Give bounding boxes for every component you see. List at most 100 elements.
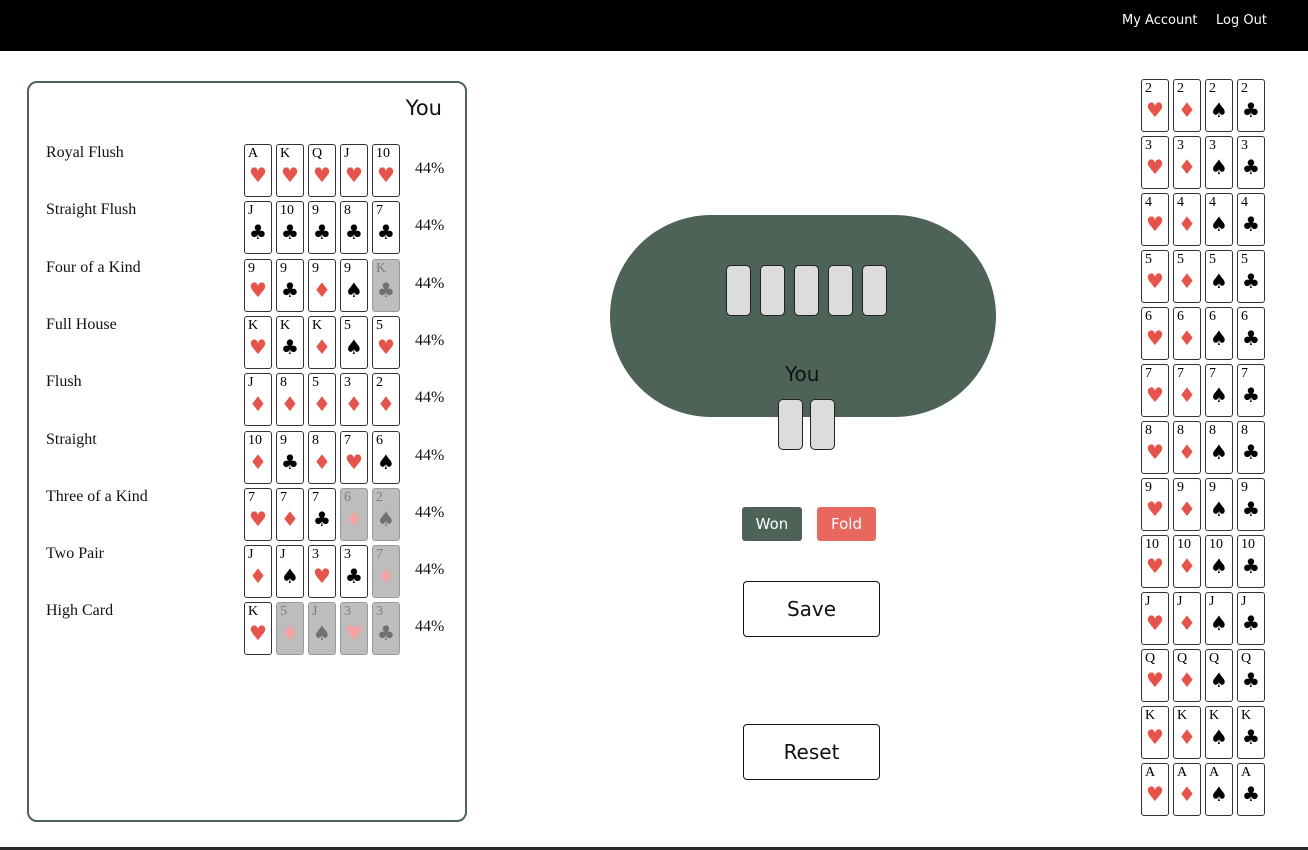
deck-card-k-hearts[interactable]: K ♥ xyxy=(1141,706,1169,759)
deck-card-6-spades[interactable]: 6 ♠ xyxy=(1205,307,1233,360)
hand-card: 3 ♣ xyxy=(340,545,368,599)
deck-card-j-clubs[interactable]: J ♣ xyxy=(1237,592,1265,645)
deck-card-a-spades[interactable]: A ♠ xyxy=(1205,763,1233,816)
deck-card-q-spades[interactable]: Q ♠ xyxy=(1205,649,1233,702)
card-suit-icon: ♣ xyxy=(1242,212,1260,236)
deck-card-5-clubs[interactable]: 5 ♣ xyxy=(1237,250,1265,303)
card-suit-icon: ♠ xyxy=(1210,155,1228,179)
hand-card: 7 ♥ xyxy=(340,430,368,484)
deck-card-9-hearts[interactable]: 9 ♥ xyxy=(1141,478,1169,531)
card-rank: 8 xyxy=(1241,423,1248,438)
card-rank: 7 xyxy=(312,489,319,505)
card-rank: 3 xyxy=(344,604,351,620)
deck-card-a-hearts[interactable]: A ♥ xyxy=(1141,763,1169,816)
community-card-slot-3[interactable] xyxy=(794,265,819,316)
deck-card-6-diamonds[interactable]: 6 ♦ xyxy=(1173,307,1201,360)
deck-card-5-diamonds[interactable]: 5 ♦ xyxy=(1173,250,1201,303)
card-suit-icon: ♥ xyxy=(249,163,267,187)
card-suit-icon: ♦ xyxy=(1178,155,1196,179)
deck-card-3-spades[interactable]: 3 ♠ xyxy=(1205,136,1233,189)
won-button[interactable]: Won xyxy=(742,507,802,541)
log-out-link[interactable]: Log Out xyxy=(1216,13,1267,28)
deck-card-a-diamonds[interactable]: A ♦ xyxy=(1173,763,1201,816)
card-rank: J xyxy=(248,547,254,563)
card-suit-icon: ♣ xyxy=(313,506,331,531)
card-suit-icon: ♠ xyxy=(377,449,395,474)
deck-card-j-spades[interactable]: J ♠ xyxy=(1205,592,1233,645)
card-rank: J xyxy=(312,604,318,620)
deck-card-10-diamonds[interactable]: 10 ♦ xyxy=(1173,535,1201,588)
card-rank: 6 xyxy=(344,489,351,505)
deck-card-7-clubs[interactable]: 7 ♣ xyxy=(1237,364,1265,417)
card-rank: 9 xyxy=(280,432,287,448)
deck-card-k-clubs[interactable]: K ♣ xyxy=(1237,706,1265,759)
card-suit-icon: ♠ xyxy=(345,334,363,359)
deck-card-j-diamonds[interactable]: J ♦ xyxy=(1173,592,1201,645)
deck-card-4-hearts[interactable]: 4 ♥ xyxy=(1141,193,1169,246)
card-rank: 10 xyxy=(1209,537,1223,552)
deck-card-10-hearts[interactable]: 10 ♥ xyxy=(1141,535,1169,588)
community-card-slot-1[interactable] xyxy=(726,265,751,316)
community-card-slot-4[interactable] xyxy=(828,265,853,316)
deck-card-6-hearts[interactable]: 6 ♥ xyxy=(1141,307,1169,360)
card-suit-icon: ♦ xyxy=(249,392,267,417)
deck-card-7-diamonds[interactable]: 7 ♦ xyxy=(1173,364,1201,417)
deck-card-8-clubs[interactable]: 8 ♣ xyxy=(1237,421,1265,474)
deck-card-5-spades[interactable]: 5 ♠ xyxy=(1205,250,1233,303)
card-rank: 3 xyxy=(312,547,319,563)
hand-cards: 7 ♥ 7 ♦ 7 ♣ 6 ♦ 2 ♠ xyxy=(244,487,400,541)
hand-card: 2 ♦ xyxy=(372,373,400,427)
deck-card-9-spades[interactable]: 9 ♠ xyxy=(1205,478,1233,531)
deck-card-4-spades[interactable]: 4 ♠ xyxy=(1205,193,1233,246)
deck-card-7-hearts[interactable]: 7 ♥ xyxy=(1141,364,1169,417)
card-suit-icon: ♣ xyxy=(1242,668,1260,692)
my-account-link[interactable]: My Account xyxy=(1122,13,1198,28)
deck-card-j-hearts[interactable]: J ♥ xyxy=(1141,592,1169,645)
card-rank: A xyxy=(248,146,259,161)
card-rank: K xyxy=(280,317,291,333)
fold-button[interactable]: Fold xyxy=(817,507,876,541)
deck-card-2-clubs[interactable]: 2 ♣ xyxy=(1237,79,1265,132)
deck-card-8-hearts[interactable]: 8 ♥ xyxy=(1141,421,1169,474)
card-suit-icon: ♣ xyxy=(1242,269,1260,293)
deck-card-4-clubs[interactable]: 4 ♣ xyxy=(1237,193,1265,246)
deck-card-9-clubs[interactable]: 9 ♣ xyxy=(1237,478,1265,531)
save-button[interactable]: Save xyxy=(743,581,880,637)
card-suit-icon: ♥ xyxy=(249,506,267,531)
deck-card-k-diamonds[interactable]: K ♦ xyxy=(1173,706,1201,759)
hole-card-slot-1[interactable] xyxy=(778,399,803,450)
deck-card-4-diamonds[interactable]: 4 ♦ xyxy=(1173,193,1201,246)
deck-card-k-spades[interactable]: K ♠ xyxy=(1205,706,1233,759)
deck-card-7-spades[interactable]: 7 ♠ xyxy=(1205,364,1233,417)
community-card-slot-2[interactable] xyxy=(760,265,785,316)
card-rank: 4 xyxy=(1209,195,1216,210)
deck-card-8-diamonds[interactable]: 8 ♦ xyxy=(1173,421,1201,474)
deck-card-9-diamonds[interactable]: 9 ♦ xyxy=(1173,478,1201,531)
deck-card-3-hearts[interactable]: 3 ♥ xyxy=(1141,136,1169,189)
deck-card-3-diamonds[interactable]: 3 ♦ xyxy=(1173,136,1201,189)
deck-card-q-clubs[interactable]: Q ♣ xyxy=(1237,649,1265,702)
card-rank: J xyxy=(1241,594,1247,609)
card-suit-icon: ♠ xyxy=(1210,383,1228,407)
deck-card-6-clubs[interactable]: 6 ♣ xyxy=(1237,307,1265,360)
card-rank: 9 xyxy=(312,260,319,276)
reset-button[interactable]: Reset xyxy=(743,724,880,780)
hole-card-slot-2[interactable] xyxy=(810,399,835,450)
deck-card-10-spades[interactable]: 10 ♠ xyxy=(1205,535,1233,588)
community-card-slot-5[interactable] xyxy=(862,265,887,316)
hand-name: Royal Flush xyxy=(46,144,124,161)
deck-card-a-clubs[interactable]: A ♣ xyxy=(1237,763,1265,816)
deck-card-q-diamonds[interactable]: Q ♦ xyxy=(1173,649,1201,702)
deck-card-10-clubs[interactable]: 10 ♣ xyxy=(1237,535,1265,588)
deck-card-5-hearts[interactable]: 5 ♥ xyxy=(1141,250,1169,303)
deck-card-2-spades[interactable]: 2 ♠ xyxy=(1205,79,1233,132)
card-rank: 3 xyxy=(1241,138,1248,153)
deck-card-3-clubs[interactable]: 3 ♣ xyxy=(1237,136,1265,189)
deck-card-q-hearts[interactable]: Q ♥ xyxy=(1141,649,1169,702)
card-suit-icon: ♣ xyxy=(1242,98,1260,122)
deck-card-2-diamonds[interactable]: 2 ♦ xyxy=(1173,79,1201,132)
card-suit-icon: ♥ xyxy=(249,334,267,359)
deck-card-8-spades[interactable]: 8 ♠ xyxy=(1205,421,1233,474)
deck-card-2-hearts[interactable]: 2 ♥ xyxy=(1141,79,1169,132)
card-suit-icon: ♠ xyxy=(281,564,299,589)
